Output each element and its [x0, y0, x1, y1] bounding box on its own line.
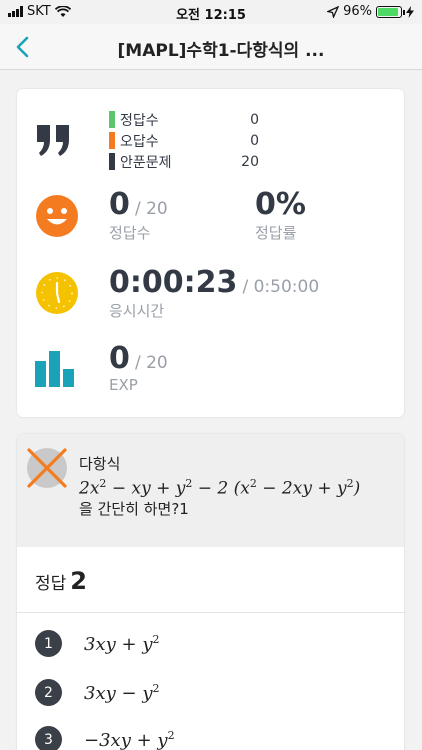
- exp-total: / 20: [134, 353, 168, 373]
- option-expression: −3xy + y2: [84, 728, 175, 750]
- correct-caption: 정답수: [109, 224, 151, 242]
- question-card[interactable]: 다항식 2x2 − xy + y2 − 2 (x2 − 2xy + y2) 을 …: [17, 434, 404, 750]
- legend-label: 안푼문제: [120, 154, 172, 171]
- legend-label: 정답수: [120, 112, 159, 129]
- legend-value: 0: [250, 132, 259, 149]
- elapsed-time: 0:00:23: [109, 265, 238, 300]
- legend-value: 20: [241, 153, 259, 170]
- legend-wrong: 오답수 0: [109, 130, 259, 151]
- correct-total: / 20: [134, 199, 168, 219]
- option-3[interactable]: 3 −3xy + y2: [35, 726, 175, 750]
- exp-stat: 0 / 20 EXP: [109, 341, 168, 394]
- option-number: 1: [35, 630, 62, 657]
- bar-chart-icon: [35, 351, 74, 387]
- battery-percent: 96%: [343, 4, 372, 19]
- option-expression: 3xy − y2: [84, 681, 160, 704]
- correct-stat: 0 / 20 정답수: [109, 187, 168, 243]
- status-right: 96%: [327, 4, 414, 19]
- location-icon: [327, 5, 340, 18]
- nav-bar: [MAPL]수학1-다항식의 ...: [0, 24, 422, 70]
- correct-rate: 0%: [255, 187, 306, 222]
- status-bar: SKT 오전 12:15 96%: [0, 0, 422, 24]
- exp-value: 0: [109, 341, 130, 376]
- legend-swatch-unsolved: [109, 153, 115, 170]
- option-number: 2: [35, 679, 62, 706]
- question-suffix: 을 간단히 하면?1: [79, 499, 189, 518]
- option-expression: 3xy + y2: [84, 632, 160, 655]
- legend-value: 0: [250, 111, 259, 128]
- question-topic: 다항식: [79, 455, 121, 473]
- rate-caption: 정답률: [255, 224, 297, 242]
- quote-icon: [37, 125, 69, 156]
- clock-icon: [36, 272, 78, 314]
- correct-count: 0: [109, 187, 130, 222]
- question-text: 다항식 2x2 − xy + y2 − 2 (x2 − 2xy + y2) 을 …: [79, 454, 360, 519]
- battery-icon: [376, 5, 405, 18]
- time-limit: / 0:50:00: [242, 277, 320, 297]
- option-1[interactable]: 1 3xy + y2: [35, 630, 159, 657]
- smiley-icon: [36, 195, 78, 237]
- question-header: 다항식 2x2 − xy + y2 − 2 (x2 − 2xy + y2) 을 …: [17, 434, 404, 547]
- option-2[interactable]: 2 3xy − y2: [35, 679, 159, 706]
- score-legend: 정답수 0 오답수 0 안푼문제 20: [109, 109, 259, 172]
- legend-unsolved: 안푼문제 20: [109, 151, 259, 172]
- legend-label: 오답수: [120, 133, 159, 150]
- divider: [17, 612, 404, 613]
- unanswered-x-icon: [27, 448, 67, 488]
- legend-swatch-wrong: [109, 132, 115, 149]
- time-stat: 0:00:23 / 0:50:00 응시시간: [109, 265, 319, 321]
- rate-stat: 0% 정답률: [255, 187, 306, 243]
- option-number: 3: [35, 726, 62, 750]
- exp-caption: EXP: [109, 376, 138, 394]
- back-chevron-icon[interactable]: [10, 34, 36, 60]
- answer-line: 정답 2: [35, 567, 87, 595]
- page-title: [MAPL]수학1-다항식의 ...: [117, 41, 325, 61]
- answer-label: 정답: [35, 574, 67, 594]
- legend-swatch-correct: [109, 111, 115, 128]
- charging-icon: [406, 5, 414, 18]
- time-caption: 응시시간: [109, 302, 165, 320]
- answer-value: 2: [70, 567, 87, 595]
- result-summary-card: 정답수 0 오답수 0 안푼문제 20 0 / 20 정답수 0% 정답률 0:…: [17, 89, 404, 417]
- question-expression: 2x2 − xy + y2 − 2 (x2 − 2xy + y2): [79, 477, 361, 499]
- legend-correct: 정답수 0: [109, 109, 259, 130]
